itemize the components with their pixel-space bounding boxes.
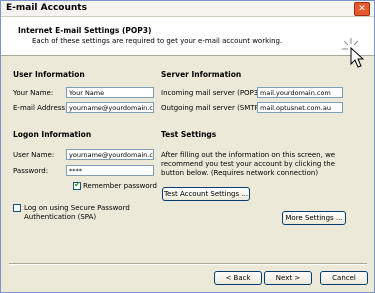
- window-title: E-mail Accounts: [6, 3, 87, 13]
- test-settings-desc-line2: recommend you test your account by click…: [161, 160, 336, 168]
- header-description: Each of these settings are required to g…: [32, 37, 283, 45]
- email-address-label: E-mail Address:: [13, 104, 68, 112]
- more-settings-button[interactable]: More Settings ...: [282, 211, 346, 225]
- spa-checkbox[interactable]: [13, 204, 21, 212]
- server-info-heading: Server Information: [161, 70, 242, 79]
- outgoing-server-input[interactable]: mail.optusnet.com.au: [257, 102, 343, 113]
- user-name-label: User Name:: [13, 151, 55, 159]
- checkmark-icon: ✔: [74, 180, 81, 189]
- title-bar: E-mail Accounts ✕: [1, 1, 374, 17]
- remember-password-checkbox[interactable]: ✔: [73, 180, 81, 190]
- test-settings-heading: Test Settings: [161, 130, 217, 139]
- password-label: Password:: [13, 167, 49, 175]
- logon-info-heading: Logon Information: [13, 130, 92, 139]
- remember-password-label: Remember password: [83, 182, 157, 190]
- incoming-server-input[interactable]: mail.yourdomain.com: [257, 87, 343, 98]
- dialog-header: Internet E-mail Settings (POP3) Each of …: [1, 17, 374, 68]
- back-button[interactable]: < Back: [214, 271, 262, 285]
- outgoing-server-label: Outgoing mail server (SMTP):: [161, 104, 264, 112]
- email-accounts-dialog: E-mail Accounts ✕ Internet E-mail Settin…: [0, 0, 375, 293]
- header-title: Internet E-mail Settings (POP3): [18, 26, 152, 35]
- test-settings-desc-line3: button below. (Requires network connecti…: [161, 169, 319, 177]
- test-settings-desc-line1: After filling out the information on thi…: [161, 151, 336, 159]
- user-name-input[interactable]: yourname@yourdomain.com: [66, 149, 154, 160]
- password-input[interactable]: ****: [66, 165, 154, 176]
- mouse-pointer-icon: [342, 38, 365, 68]
- spa-label-line2: Authentication (SPA): [24, 213, 97, 221]
- cancel-button[interactable]: Cancel: [320, 271, 368, 285]
- test-account-settings-button[interactable]: Test Account Settings ...: [162, 187, 250, 201]
- email-address-input[interactable]: yourname@yourdomain.com: [66, 102, 154, 113]
- your-name-label: Your Name:: [13, 89, 54, 97]
- incoming-server-label: Incoming mail server (POP3):: [161, 89, 264, 97]
- footer-divider: [9, 263, 367, 265]
- spa-label-line1: Log on using Secure Password: [24, 204, 130, 212]
- your-name-input[interactable]: Your Name: [66, 87, 154, 98]
- user-info-heading: User Information: [13, 70, 85, 79]
- close-button[interactable]: ✕: [354, 2, 370, 16]
- next-button[interactable]: Next >: [264, 271, 312, 285]
